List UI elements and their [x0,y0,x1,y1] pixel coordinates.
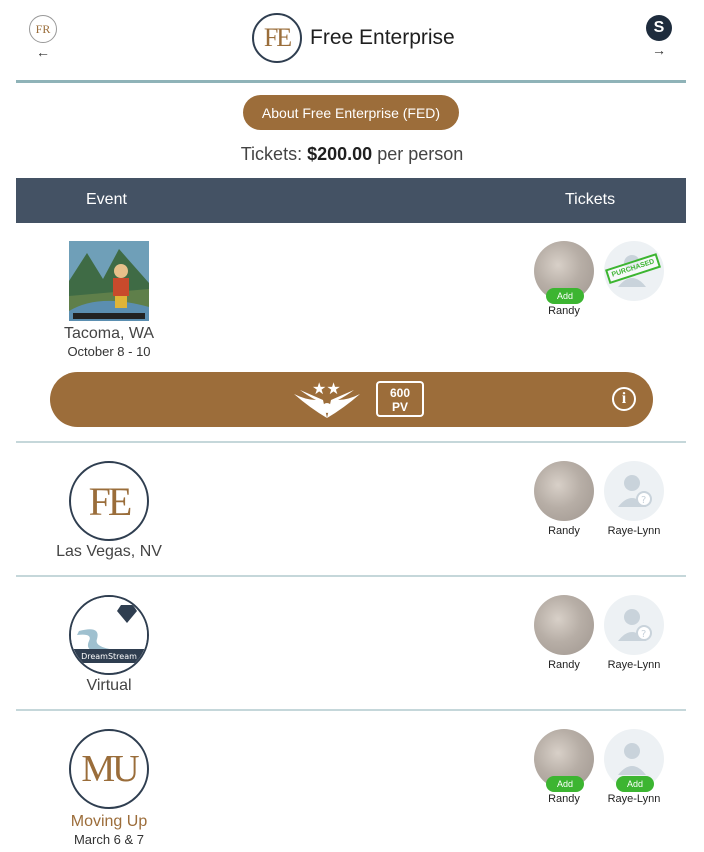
brand: FE Free Enterprise [252,13,455,63]
winged-stars-icon: ★★ [294,379,360,418]
next-nav-button[interactable]: S → [644,15,674,57]
person-question-icon [618,743,646,775]
ticket-slot-raye-lynn[interactable]: Add Raye-Lynn [602,729,666,805]
ticket-holder-name: Randy [548,525,580,537]
add-ticket-button[interactable]: Add [546,776,584,792]
pv-badge: 600 PV [376,381,424,417]
logo-text: MU [81,748,139,790]
avatar: Add [534,241,594,304]
avatar-placeholder: PURCHASED [604,241,664,301]
avatar-placeholder: ? [604,461,664,521]
add-ticket-button[interactable]: Add [616,776,654,792]
pv-unit: PV [391,400,408,414]
ticket-slot-randy[interactable]: Randy [532,461,596,537]
ticket-holder-name: Raye-Lynn [607,659,661,671]
ticket-price-line: Tickets: $200.00 per person [0,144,704,165]
avatar-placeholder: Add [604,729,664,792]
ticket-holder-name: Randy [548,793,580,805]
tickets-label: Tickets: [240,144,303,164]
person-question-icon: ? [618,609,652,641]
ticket-slot-raye-lynn[interactable]: ? Raye-Lynn [602,595,666,671]
tickets-column-header: Tickets [565,191,616,208]
logo-text: DreamStream [81,652,137,661]
event-row: MU Moving Up March 6 & 7 Add Randy Add R… [16,711,686,852]
ticket-price: $200.00 [307,144,373,164]
pv-bar[interactable]: ★★ 600 PV i [50,372,653,427]
pv-value: 600 [389,386,411,400]
ticket-slot-purchased[interactable]: PURCHASED [602,241,666,301]
logo-text: FE [88,478,133,524]
event-row: DreamStream Virtual Randy ? Raye-Lynn [16,577,686,711]
ticket-holder-name: Randy [548,659,580,671]
info-icon[interactable]: i [612,387,636,411]
add-ticket-button[interactable]: Add [546,288,584,304]
fe-event-logo-icon[interactable]: FE [69,461,149,541]
avatar [534,461,594,521]
table-header: Event Tickets [16,178,686,223]
ticket-holder-name: Randy [548,305,580,317]
event-painting-image[interactable] [69,241,149,321]
avatar [534,595,594,655]
mu-logo-icon[interactable]: MU [69,729,149,809]
ticket-slot-raye-lynn[interactable]: ? Raye-Lynn [602,461,666,537]
event-row: FE Las Vegas, NV Randy ? Raye-Lynn [16,443,686,577]
ticket-slot-randy[interactable]: Add Randy [532,241,596,317]
ticket-slot-randy[interactable]: Add Randy [532,729,596,805]
ticket-holder-name: Raye-Lynn [607,793,661,805]
event-row: Tacoma, WA October 8 - 10 Add Randy PURC… [16,223,686,443]
diamond-stream-icon: DreamStream [71,597,147,673]
ticket-holder-name: Raye-Lynn [607,525,661,537]
event-city: Las Vegas, NV [56,543,162,560]
person-question-icon: ? [618,475,652,507]
event-city: Moving Up [70,813,148,830]
dreamstream-logo-icon[interactable]: DreamStream [69,595,149,675]
event-date: October 8 - 10 [67,344,151,359]
svg-text:?: ? [641,495,646,506]
event-city: Tacoma, WA [63,325,155,342]
page-title: Free Enterprise [310,26,455,49]
next-event-badge: S [646,15,672,41]
event-column-header: Event [86,191,127,208]
prev-event-badge: FR [29,15,57,43]
app-header: FR ← FE Free Enterprise S → [16,0,686,83]
prev-nav-button[interactable]: FR ← [28,15,58,59]
tickets-suffix: per person [377,144,464,164]
about-free-enterprise-button[interactable]: About Free Enterprise (FED) [243,95,459,130]
event-city: Virtual [86,677,132,694]
fe-logo-icon: FE [252,13,302,63]
svg-text:?: ? [641,629,646,640]
avatar-placeholder: ? [604,595,664,655]
arrow-left-icon: ← [36,44,50,60]
ticket-slot-randy[interactable]: Randy [532,595,596,671]
avatar: Add [534,729,594,792]
svg-text:★★: ★★ [312,379,341,398]
arrow-right-icon: → [652,42,666,58]
event-date: March 6 & 7 [73,832,145,847]
